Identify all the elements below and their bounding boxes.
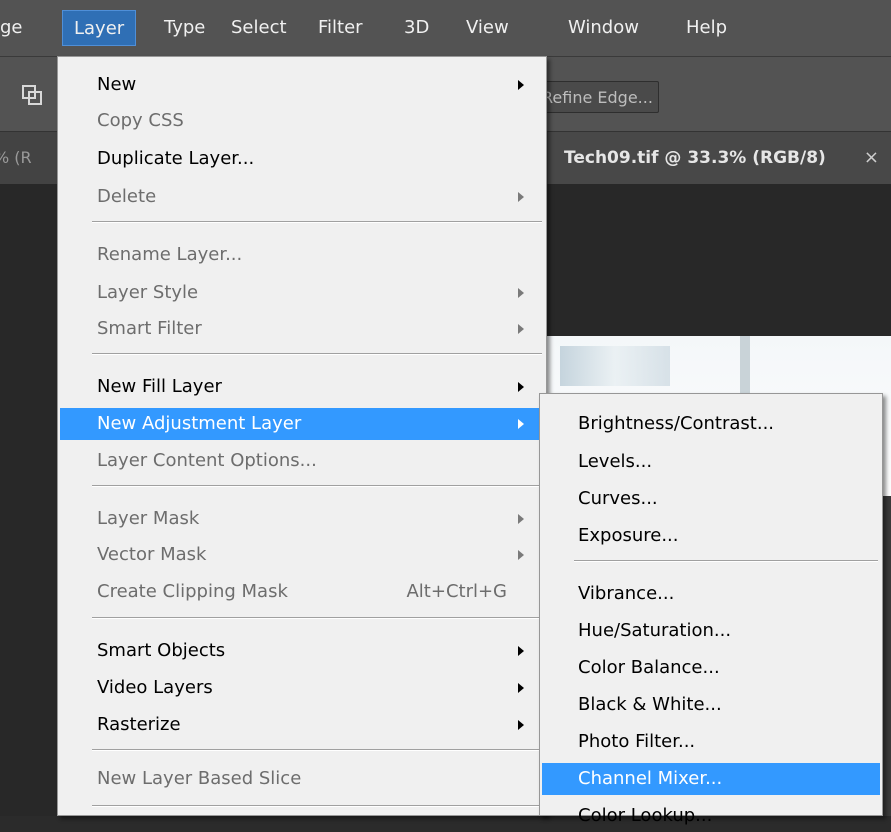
submenu-arrow-icon — [518, 550, 524, 560]
arrange-icon[interactable] — [22, 85, 42, 105]
menu-item-label: Video Layers — [97, 677, 213, 698]
menu-item-vector-mask[interactable]: Vector Mask — [60, 539, 544, 571]
submenu-item-curves[interactable]: Curves... — [542, 483, 880, 515]
menu-separator — [92, 617, 542, 619]
menu-item-label: Vector Mask — [97, 544, 207, 565]
tab-active-document[interactable]: Tech09.tif @ 33.3% (RGB/8) × — [548, 132, 891, 184]
submenu-item-photo-filter[interactable]: Photo Filter... — [542, 726, 880, 758]
menu-3d[interactable]: 3D — [404, 10, 429, 46]
image-detail — [740, 336, 750, 396]
menu-item-label: Rename Layer... — [97, 244, 243, 265]
submenu-arrow-icon — [518, 324, 524, 334]
menu-item-new-layer-based-slice[interactable]: New Layer Based Slice — [60, 763, 544, 795]
submenu-arrow-icon — [518, 514, 524, 524]
submenu-item-channel-mixer[interactable]: Channel Mixer... — [542, 763, 880, 795]
image-detail — [560, 346, 670, 386]
menu-item-label: New — [97, 74, 137, 95]
menu-item-rasterize[interactable]: Rasterize — [60, 709, 544, 741]
menu-window[interactable]: Window — [568, 10, 639, 46]
menu-item-create-clipping-mask[interactable]: Create Clipping Mask Alt+Ctrl+G — [60, 576, 544, 608]
close-icon[interactable]: × — [864, 132, 879, 184]
menu-item-label: Duplicate Layer... — [97, 148, 255, 169]
menu-item-label: Layer Content Options... — [97, 450, 317, 471]
tab-active-label: Tech09.tif @ 33.3% (RGB/8) — [564, 148, 826, 168]
submenu-item-color-balance[interactable]: Color Balance... — [542, 652, 880, 684]
shortcut-label: Alt+Ctrl+G — [406, 581, 507, 602]
submenu-arrow-icon — [518, 80, 524, 90]
menu-filter[interactable]: Filter — [318, 10, 363, 46]
submenu-arrow-icon — [518, 646, 524, 656]
submenu-item-color-lookup[interactable]: Color Lookup... — [542, 800, 880, 832]
menu-item-label: Copy CSS — [97, 110, 184, 131]
submenu-item-black-white[interactable]: Black & White... — [542, 689, 880, 721]
menu-item-layer-content-options[interactable]: Layer Content Options... — [60, 445, 544, 477]
menu-item-layer-style[interactable]: Layer Style — [60, 277, 544, 309]
menu-bar: ge Layer Type Select Filter 3D View Wind… — [0, 0, 891, 57]
submenu-arrow-icon — [518, 288, 524, 298]
menu-view[interactable]: View — [466, 10, 509, 46]
menu-item-label: Delete — [97, 186, 157, 207]
menu-separator — [92, 353, 542, 355]
menu-item-new-adjustment-layer[interactable]: New Adjustment Layer — [60, 408, 544, 440]
menu-item-label: Layer Mask — [97, 508, 200, 529]
menu-item-delete[interactable]: Delete — [60, 181, 544, 213]
menu-item-label: New Fill Layer — [97, 376, 222, 397]
menu-image[interactable]: ge — [0, 10, 23, 46]
submenu-item-vibrance[interactable]: Vibrance... — [542, 578, 880, 610]
submenu-item-levels[interactable]: Levels... — [542, 446, 880, 478]
submenu-arrow-icon — [518, 720, 524, 730]
menu-item-duplicate-layer[interactable]: Duplicate Layer... — [60, 143, 544, 175]
tab-other-document[interactable]: % (R — [0, 132, 62, 184]
menu-type[interactable]: Type — [164, 10, 205, 46]
submenu-item-exposure[interactable]: Exposure... — [542, 520, 880, 552]
adjustment-layer-submenu: Brightness/Contrast... Levels... Curves.… — [539, 393, 883, 826]
menu-help[interactable]: Help — [686, 10, 727, 46]
menu-separator — [574, 560, 878, 562]
menu-item-new-fill-layer[interactable]: New Fill Layer — [60, 371, 544, 403]
submenu-arrow-icon — [518, 382, 524, 392]
menu-item-smart-objects[interactable]: Smart Objects — [60, 635, 544, 667]
menu-item-label: Smart Objects — [97, 640, 226, 661]
menu-item-label: Create Clipping Mask — [97, 581, 288, 602]
menu-item-label: Layer Style — [97, 282, 199, 303]
menu-layer[interactable]: Layer — [62, 10, 137, 46]
submenu-arrow-icon — [518, 192, 524, 202]
menu-separator — [92, 749, 542, 751]
menu-item-label: New Adjustment Layer — [97, 413, 302, 434]
menu-item-smart-filter[interactable]: Smart Filter — [60, 313, 544, 345]
menu-item-copy-css[interactable]: Copy CSS — [60, 105, 544, 137]
menu-item-video-layers[interactable]: Video Layers — [60, 672, 544, 704]
menu-item-label: Smart Filter — [97, 318, 202, 339]
submenu-arrow-icon — [518, 419, 524, 429]
layer-menu-dropdown: New Copy CSS Duplicate Layer... Delete R… — [57, 56, 547, 816]
menu-item-layer-mask[interactable]: Layer Mask — [60, 503, 544, 535]
menu-separator — [92, 485, 542, 487]
menu-separator — [92, 221, 542, 223]
submenu-item-brightness-contrast[interactable]: Brightness/Contrast... — [542, 408, 880, 440]
menu-item-rename-layer[interactable]: Rename Layer... — [60, 239, 544, 271]
menu-item-new[interactable]: New — [60, 69, 544, 101]
menu-item-label: Rasterize — [97, 714, 181, 735]
menu-separator — [92, 805, 542, 807]
submenu-item-hue-saturation[interactable]: Hue/Saturation... — [542, 615, 880, 647]
submenu-arrow-icon — [518, 683, 524, 693]
menu-item-label: New Layer Based Slice — [97, 768, 302, 789]
menu-select[interactable]: Select — [231, 10, 287, 46]
